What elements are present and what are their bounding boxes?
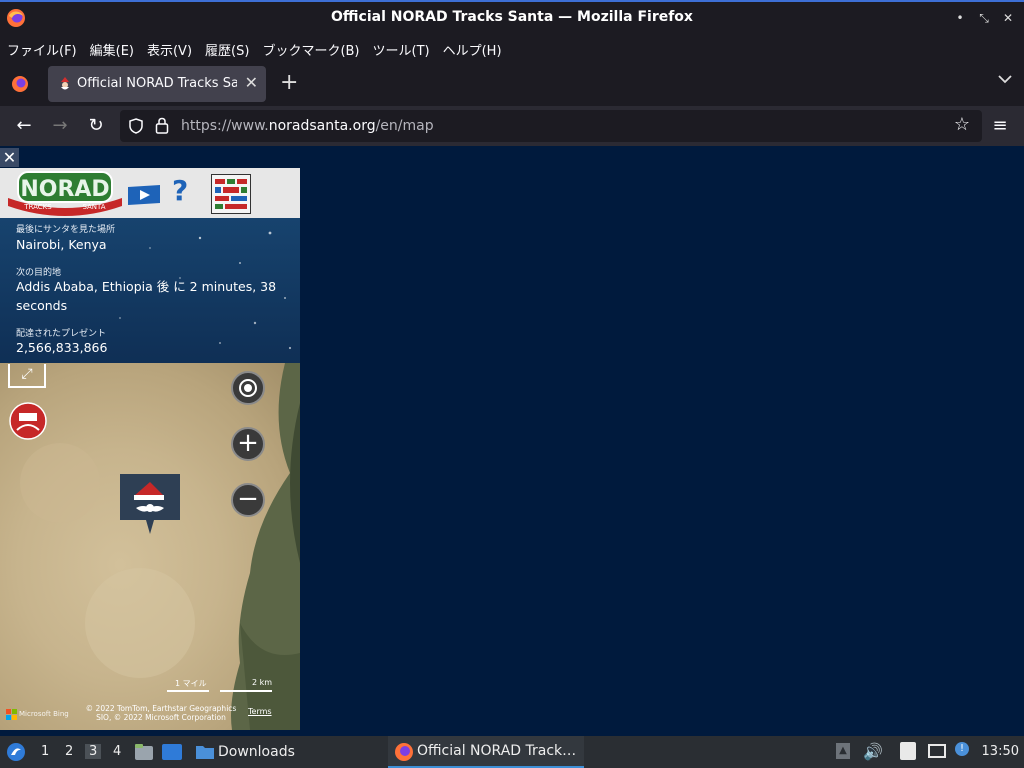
system-taskbar: 1 2 3 4 Downloads Official NORAD Track… … [0,736,1024,768]
back-arrow-icon[interactable]: ← [13,115,35,137]
downloads-launcher[interactable]: Downloads [218,744,295,760]
menu-bar: ファイル(F) 編集(E) 表示(V) 履歴(S) ブックマーク(B) ツール(T) ヘルプ… [0,34,1024,62]
workspace-2[interactable]: 2 [65,744,73,759]
santa-location-marker-icon[interactable] [120,474,180,536]
locate-santa-button[interactable] [231,371,265,405]
menu-bookmarks[interactable]: ブックマーク(B) [255,34,365,59]
reload-icon[interactable]: ↻ [85,115,107,137]
last-seen-label: 最後にサンタを見た場所 [16,225,116,235]
url-bar[interactable]: https://www.noradsanta.org/en/map ☆ [120,110,982,142]
chevron-down-icon[interactable] [998,74,1012,84]
close-tab-icon[interactable]: ✕ [245,73,258,92]
terms-link[interactable]: Terms [248,707,272,716]
url-text: https://www.noradsanta.org/en/map [181,118,434,134]
tech-badge-icon[interactable] [9,402,47,440]
updates-icon[interactable]: ! [955,742,969,756]
close-window-icon[interactable]: ✕ [1001,11,1015,25]
tab-strip: Official NORAD Tracks Santa ✕ + [0,62,1024,106]
video-play-icon[interactable] [126,183,162,207]
svg-text:SANTA: SANTA [82,203,105,211]
menu-help[interactable]: ヘルプ(H) [436,34,508,59]
svg-text:NORAD: NORAD [20,177,109,202]
tracker-info: 最後にサンタを見た場所 Nairobi, Kenya 次の目的地 Addis A… [0,218,300,363]
microsoft-logo-icon [6,709,17,720]
shield-icon[interactable] [129,118,143,134]
hamburger-menu-icon[interactable]: ≡ [989,115,1011,137]
menu-history[interactable]: 履歴(S) [198,34,255,59]
firefox-view-icon[interactable] [10,74,30,94]
menu-file[interactable]: ファイル(F) [0,34,83,59]
last-seen-value: Nairobi, Kenya [16,237,107,252]
network-icon[interactable] [928,744,946,758]
satellite-map[interactable]: ⤢ + − 1 マイル 2 km Microsoft Bing © 2022 T… [0,363,300,730]
bookmark-star-icon[interactable]: ☆ [954,114,970,135]
clipboard-icon[interactable] [900,742,916,760]
close-panel-icon[interactable]: ✕ [0,148,19,167]
workspace-3[interactable]: 3 [85,744,102,759]
target-icon [239,379,257,397]
zoom-out-button[interactable]: − [231,483,265,517]
file-manager-icon[interactable] [134,743,154,761]
tracker-header: NORAD TRACKS SANTA ? [0,168,300,218]
menu-edit[interactable]: 編集(E) [83,34,140,59]
menu-view[interactable]: 表示(V) [140,34,198,59]
clock: 13:50 [981,744,1019,759]
window-title: Official NORAD Tracks Santa — Mozilla Fi… [331,9,693,25]
workspace-4[interactable]: 4 [113,744,121,759]
scale-label-km: 2 km [252,678,273,687]
scale-bar-km [220,690,272,692]
santa-favicon-icon [61,77,69,90]
firefox-icon [395,743,413,761]
scale-bar-miles [167,690,209,692]
volume-icon[interactable]: 🔊 [863,742,883,761]
next-destination-value: Addis Ababa, Ethiopia 後 に 2 minutes, 38 … [16,279,277,313]
games-grid-icon[interactable] [211,174,251,214]
gifts-delivered-value: 2,566,833,866 [16,340,108,355]
forward-arrow-icon[interactable]: → [49,115,71,137]
new-tab-icon[interactable]: + [280,72,298,94]
tab-norad[interactable]: Official NORAD Tracks Santa ✕ [48,66,266,102]
lock-icon[interactable] [155,117,169,134]
start-menu-icon[interactable] [6,742,26,762]
menu-tools[interactable]: ツール(T) [366,34,436,59]
zoom-in-button[interactable]: + [231,427,265,461]
minimize-icon[interactable]: • [953,11,967,25]
navigation-toolbar: ← → ↻ https://www.noradsanta.org/en/map … [0,106,1024,146]
tray-expand-icon[interactable]: ▲ [836,743,850,759]
help-icon[interactable]: ? [172,174,188,207]
task-label: Official NORAD Track… [417,743,577,759]
tab-label: Official NORAD Tracks Santa [77,76,237,91]
map-attribution: © 2022 TomTom, Earthstar Geographics SIO… [85,704,237,722]
bing-brand: Microsoft Bing [19,710,69,718]
norad-tracks-santa-logo[interactable]: NORAD TRACKS SANTA [4,170,126,216]
scale-label-miles: 1 マイル [175,679,207,688]
taskbar-firefox-task[interactable]: Official NORAD Track… [388,736,584,768]
fullscreen-icon[interactable]: ⤢ [8,364,46,388]
workspace-1[interactable]: 1 [41,744,49,759]
folder-icon [196,746,214,759]
restore-icon[interactable]: ⤡ [977,11,991,25]
svg-text:TRACKS: TRACKS [23,203,52,211]
desktop-icon[interactable] [162,744,182,760]
window-titlebar: Official NORAD Tracks Santa — Mozilla Fi… [0,0,1024,34]
